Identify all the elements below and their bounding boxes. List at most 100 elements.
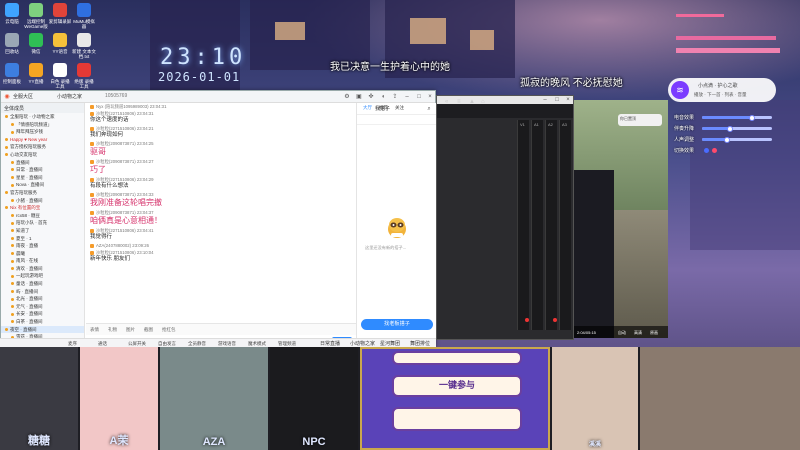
channel-tree-item[interactable]: 官方授权陪玩服务 <box>1 143 84 151</box>
maximize-icon[interactable]: □ <box>553 96 561 104</box>
search-icon[interactable]: ⌕ <box>425 105 433 113</box>
channel-tree-item[interactable]: 拜年拜压岁钱 <box>1 128 84 136</box>
channel-tree-item[interactable]: 日常 · 直播间 <box>1 166 84 174</box>
video-quality-auto[interactable]: 自动 <box>618 330 626 336</box>
channel-tree-item[interactable]: 元气 · 直播间 <box>1 303 84 311</box>
video-quality-hd[interactable]: 高清 <box>634 330 642 336</box>
chat-tool-button[interactable]: 图片 <box>126 327 135 333</box>
effect-slider-knob[interactable] <box>727 125 733 132</box>
video-quality-source[interactable]: 原画 <box>650 330 658 336</box>
editor-tool-button[interactable]: « <box>445 99 448 105</box>
effect-slider-knob[interactable] <box>723 136 730 143</box>
music-widget[interactable]: ≋ 小点滴 · 护心之歌 播放 · 下一首 · 列表 · 音量 <box>668 78 776 102</box>
channel-tree-item[interactable]: 夜空 · 直播间 <box>1 325 84 334</box>
channel-tree-item[interactable]: 北光 · 直播间 <box>1 295 84 303</box>
join-now-button[interactable]: 一键参与 <box>392 375 522 397</box>
channel-tree-item-label: 心动交友陪玩 <box>10 151 37 157</box>
streamer-cam[interactable]: AZA <box>160 347 268 450</box>
channel-tree-item[interactable]: 雨夜 · 直播 <box>1 242 84 250</box>
effect-slider[interactable] <box>702 114 772 121</box>
streamer-cam[interactable] <box>640 347 800 450</box>
effect-slider-fill <box>702 116 753 119</box>
editor-track[interactable]: V1 <box>517 120 529 330</box>
microphone-icon[interactable]: ◖ <box>379 93 387 101</box>
channel-tree-item[interactable]: 全服陪玩 · 小动物之家 <box>1 113 84 121</box>
effect-toggle-icon[interactable] <box>712 148 717 153</box>
music-controls[interactable]: 播放 · 下一首 · 列表 · 音量 <box>694 92 747 98</box>
overlay-tag: 日常直播 <box>320 341 341 347</box>
chat-tool-button[interactable]: 抢红包 <box>162 327 176 333</box>
stream-overlay-bar <box>676 48 780 53</box>
stream-overlay-bar <box>676 14 724 17</box>
close-icon[interactable]: × <box>564 96 572 104</box>
channel-tree-item[interactable]: 心动交友陪玩 <box>1 151 84 159</box>
channel-tree-header[interactable]: 全体成员 <box>1 103 84 113</box>
buddy-panel-tab[interactable]: 大厅 <box>363 105 372 111</box>
yy-room-tab[interactable]: 小动物之家 <box>57 93 82 100</box>
chat-tool-button[interactable]: 礼物 <box>108 327 117 333</box>
channel-tree-item[interactable]: Nova · 直播间 <box>1 181 84 189</box>
record-icon[interactable]: ▣ <box>355 93 363 101</box>
streamer-cam[interactable]: NPC <box>270 347 358 450</box>
buddy-panel-tab[interactable]: 关注 <box>395 105 404 111</box>
channel-tree-item[interactable]: 知道了 <box>1 227 84 235</box>
share-icon[interactable]: ⇪ <box>391 93 399 101</box>
channel-tree-item[interactable]: rcx58 · 糖豆 <box>1 212 84 220</box>
channel-tree-item[interactable]: 晨曦 <box>1 250 84 258</box>
minimize-icon[interactable]: – <box>541 96 549 104</box>
chat-message-text: 我觉得行 <box>90 234 113 240</box>
gamepad-icon[interactable]: ✜ <box>367 93 375 101</box>
chat-tool-button[interactable]: 表情 <box>90 327 99 333</box>
channel-tree-item[interactable]: 小猪 · 直播间 <box>1 197 84 205</box>
streamer-cam[interactable]: 糖糖 <box>0 347 78 450</box>
editor-track-label: A2 <box>548 122 553 127</box>
editor-tool-button[interactable]: ▲ <box>469 99 475 105</box>
chat-tool-button[interactable]: 截图 <box>144 327 153 333</box>
channel-tree-item[interactable]: 「情感陪玩频道」 <box>1 121 84 129</box>
maximize-icon[interactable]: □ <box>415 93 423 101</box>
chat-message-sender[interactable]: Nyx (陪玩频道1095989003) 23:04:31 <box>96 104 166 109</box>
record-track-icon[interactable] <box>525 318 529 322</box>
channel-tree-item[interactable]: 直播间 <box>1 159 84 167</box>
editor-track[interactable]: A1 <box>531 120 543 330</box>
effect-slider[interactable] <box>702 136 772 143</box>
editor-track[interactable]: A2 <box>545 120 557 330</box>
app-icon <box>77 3 91 17</box>
editor-tool-button[interactable]: ⌂ <box>481 99 485 105</box>
channel-tree-item[interactable]: Happy ♥ New year <box>1 136 84 144</box>
channel-tree-item[interactable]: 屿 · 直播间 <box>1 288 84 296</box>
channel-tree-item[interactable]: 白茶 · 直播间 <box>1 318 84 326</box>
minimize-icon[interactable]: – <box>403 93 411 101</box>
channel-tree-item[interactable]: 夏至 · 1 <box>1 235 84 243</box>
channel-tree-item[interactable]: 童话 · 直播间 <box>1 280 84 288</box>
channel-tree-item[interactable]: 清欢 · 直播间 <box>1 265 84 273</box>
channel-tree-item[interactable]: 南风 · 在线 <box>1 257 84 265</box>
chat-message-sender[interactable]: AZA(2407880002) 23:09:26 <box>96 243 149 248</box>
user-status-icon <box>5 327 8 331</box>
settings-icon[interactable]: ⚙ <box>343 93 351 101</box>
buddy-panel-tab[interactable]: 推荐 <box>379 105 388 111</box>
editor-tool-button[interactable]: ≡ <box>457 99 461 105</box>
streamer-cam[interactable]: A茉 <box>80 347 158 450</box>
channel-tree-item[interactable]: Nix 有位置的宝 <box>1 204 84 212</box>
user-status-icon <box>11 252 14 255</box>
effect-slider-knob[interactable] <box>749 114 756 121</box>
video-player[interactable]: 你已置顶 2:04/05:15 自动 高清 原画 <box>574 100 668 338</box>
channel-tree-item[interactable]: 长安 · 直播间 <box>1 310 84 318</box>
channel-tree-item-label: 官方陪玩服务 <box>10 189 37 195</box>
effect-toggle-icon[interactable] <box>704 148 709 153</box>
channel-tree-item[interactable]: 星星 · 直播间 <box>1 174 84 182</box>
effect-slider[interactable] <box>702 125 772 132</box>
channel-tree-item[interactable]: 一起玩游戏吧 <box>1 272 84 280</box>
channel-tree-item[interactable]: 官方陪玩服务 <box>1 189 84 197</box>
close-icon[interactable]: × <box>426 93 434 101</box>
chat-message: 沙粒粒(2271510806) 23:10:04 新年快乐 朋友们 <box>86 249 356 264</box>
streamer-cam[interactable]: 溪溪 <box>552 347 638 450</box>
editor-track[interactable]: A3 <box>559 120 571 330</box>
record-track-icon[interactable] <box>553 318 557 322</box>
channel-tree-item-label: 元气 · 直播间 <box>16 303 43 309</box>
chat-message-meta: Nyx (陪玩频道1095989003) 23:04:31 <box>90 104 352 109</box>
user-status-icon <box>5 138 8 142</box>
channel-tree-item[interactable]: 陪玩小队 · 首充 <box>1 219 84 227</box>
find-buddy-button[interactable]: 找老板搭子 <box>361 319 433 330</box>
